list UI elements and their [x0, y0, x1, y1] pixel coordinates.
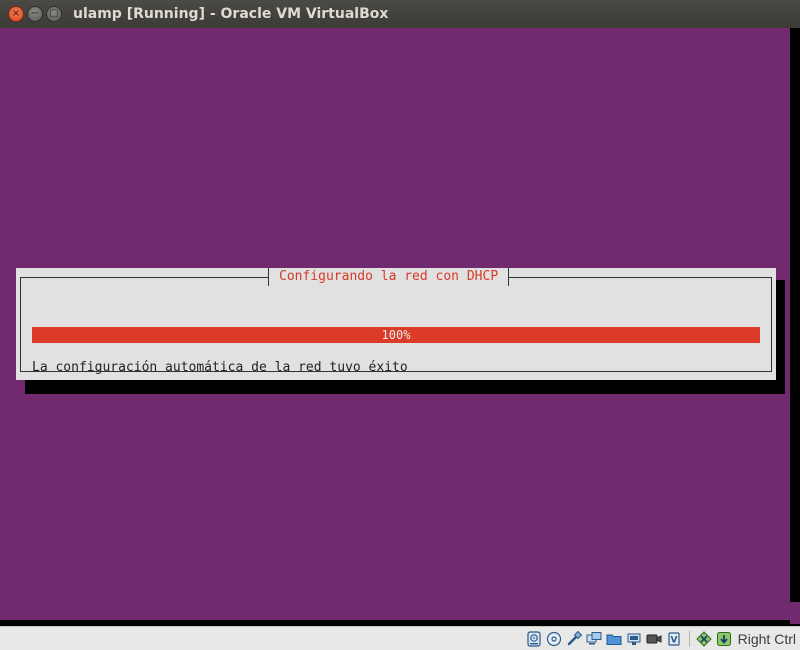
svg-text:V: V	[671, 636, 678, 646]
window-titlebar: × − □ ulamp [Running] - Oracle VM Virtua…	[0, 0, 800, 28]
dialog-message: La configuración automática de la red tu…	[32, 360, 408, 375]
dialog-frame	[20, 277, 772, 372]
shared-folders-icon[interactable]	[606, 631, 623, 648]
window-title: ulamp [Running] - Oracle VM VirtualBox	[73, 6, 389, 22]
keyboard-capture-icon[interactable]	[716, 631, 733, 648]
display-icon[interactable]	[586, 631, 603, 648]
window-controls: × − □	[8, 6, 62, 22]
installer-console[interactable]: Configurando la red con DHCP 100% La con…	[0, 28, 790, 620]
host-key-label[interactable]: Right Ctrl	[738, 631, 796, 647]
progress-dialog: Configurando la red con DHCP 100% La con…	[16, 268, 776, 380]
vm-statusbar: V Right Ctrl	[0, 626, 800, 650]
vm-display[interactable]: Configurando la red con DHCP 100% La con…	[0, 28, 800, 626]
minimize-window-button[interactable]: −	[27, 6, 43, 22]
status-separator	[688, 631, 690, 647]
network-icon[interactable]	[626, 631, 643, 648]
maximize-icon: □	[49, 8, 59, 19]
recording-icon[interactable]	[646, 631, 663, 648]
dialog-title: Configurando la red con DHCP	[268, 268, 510, 286]
cpu-icon[interactable]: V	[666, 631, 683, 648]
hard-disk-icon[interactable]	[526, 631, 543, 648]
console-edge	[790, 602, 800, 624]
progress-bar: 100%	[32, 327, 760, 343]
mouse-integration-icon[interactable]	[696, 631, 713, 648]
optical-drive-icon[interactable]	[546, 631, 563, 648]
maximize-window-button[interactable]: □	[46, 6, 62, 22]
close-icon: ×	[11, 8, 21, 19]
usb-icon[interactable]	[566, 631, 583, 648]
close-window-button[interactable]: ×	[8, 6, 24, 22]
minimize-icon: −	[30, 8, 40, 19]
progress-label: 100%	[381, 328, 411, 342]
status-indicators: V Right Ctrl	[526, 629, 796, 649]
